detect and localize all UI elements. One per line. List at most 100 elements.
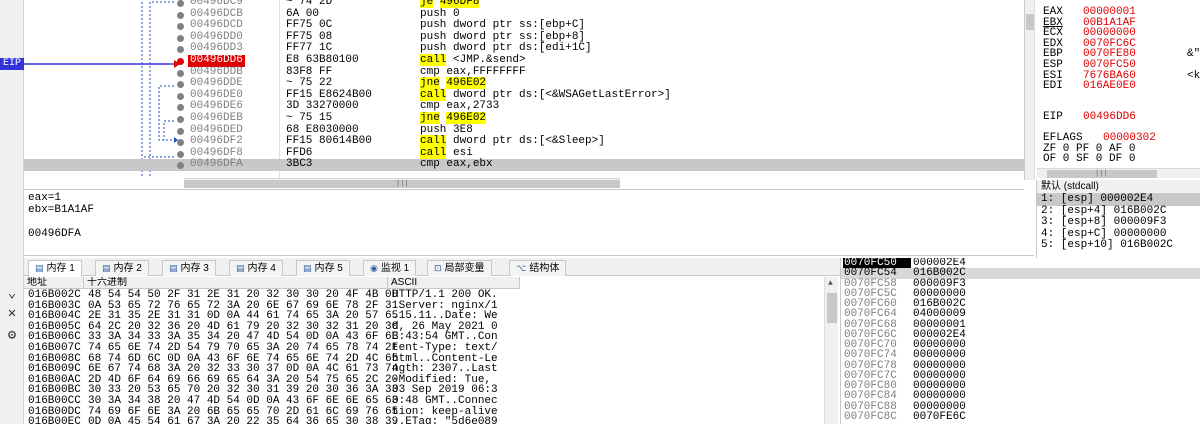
disasm-row[interactable]: 00496DFA 3BC3 cmp eax,ebx — [24, 159, 1024, 171]
disassembly-pane[interactable]: 00496DC9 ~ 74 2D je 496DF8 00496DCB 6A 00 pus… — [24, 0, 1024, 190]
breakpoint-dot[interactable] — [177, 81, 184, 89]
dump-address: 016B00EC — [28, 416, 81, 424]
calling-convention-label[interactable]: 默认 (stdcall) — [1037, 180, 1200, 194]
flags-row-2[interactable]: OF 0 SF 0 DF 0 — [1043, 154, 1135, 165]
call-arg-row[interactable]: 1: [esp] 000002E4 — [1037, 193, 1200, 206]
mnemonic: call — [420, 54, 447, 66]
operands: eax,ebx — [446, 158, 493, 171]
dump-hex[interactable]: 0D 0A 45 54 61 67 3A 20 22 35 64 36 65 3… — [88, 417, 398, 424]
mnemonic: push — [420, 42, 447, 55]
operands: dword ptr ss:[ebp+8] — [453, 30, 586, 43]
register-row[interactable]: EDI 016AE0E0 — [1043, 81, 1136, 92]
operands: esi — [453, 146, 473, 159]
disasm-row[interactable]: 00496DEB ~ 75 15 jne 496E02 — [24, 112, 1024, 125]
dump-address: 016B002C — [28, 289, 81, 301]
breakpoint-dot[interactable] — [177, 104, 184, 112]
mnemonic: cmp — [420, 65, 440, 78]
info-pane: eax=1 ebx=B1A1AF 00496DFA — [24, 190, 1034, 256]
stack-row[interactable]: 0070FC84 00000000 — [841, 391, 1200, 402]
breakpoint-dot[interactable] — [177, 139, 184, 147]
tab-dump[interactable]: ▤ 内存 1 — [28, 260, 82, 277]
disasm-row[interactable]: 00496DDB 83F8 FF cmp eax,FFFFFFFF — [24, 65, 1024, 79]
call-arg-row[interactable]: 3: [esp+8] 000009F3 — [1037, 216, 1200, 229]
dump-header-hex[interactable]: 十六进制 — [84, 277, 388, 289]
close-icon[interactable]: ✕ — [4, 306, 20, 322]
registers-pane[interactable]: EAX 00000001 EBX 00B1A1AF ECX 00000000 EDX 0070… — [1024, 0, 1200, 180]
register-row-eflags[interactable]: EFLAGS 00000302 — [1043, 133, 1156, 144]
register-row-eip[interactable]: EIP 00496DD6 — [1043, 112, 1136, 123]
dump-hex[interactable]: 30 3A 34 38 20 47 4D 54 0D 0A 43 6F 6E 6… — [88, 396, 398, 407]
stack-row[interactable]: 0070FC74 00000000 — [841, 350, 1200, 361]
disasm-hscrollbar[interactable]: ||| — [184, 178, 620, 188]
breakpoint-dot[interactable] — [177, 92, 184, 100]
breakpoint-dot[interactable] — [177, 150, 184, 158]
operands: dword ptr ds:[edi+1C] — [453, 42, 592, 55]
dump-header-ascii[interactable]: ASCII — [388, 277, 520, 289]
mnemonic: push — [420, 19, 447, 32]
breakpoint-dot[interactable] — [177, 46, 184, 54]
dump-address: 016B007C — [28, 342, 81, 354]
register-comment: <kerne — [1187, 69, 1200, 82]
breakpoint-dot[interactable] — [177, 0, 184, 7]
registers-hscrollbar[interactable]: ||| — [1037, 168, 1200, 178]
tab-label: 监视 1 — [380, 263, 410, 274]
dump-tabbar: ▤ 内存 1 ▤ 内存 2 ▤ 内存 3 ▤ 内存 4 ▤ 内存 5 ◉ 监视 1 ⊡ 局部变量 ⌥ 结构体 — [24, 258, 840, 277]
tab-dump[interactable]: ◉ 监视 1 — [363, 260, 417, 276]
stack-row[interactable]: 0070FC64 04000009 — [841, 309, 1200, 320]
tab-dump[interactable]: ▤ 内存 5 — [296, 260, 350, 276]
register-name: ESP — [1043, 59, 1063, 71]
gear-icon[interactable]: ⚙ — [4, 328, 20, 344]
info-line-4: 00496DFA — [28, 228, 81, 240]
stack-address: 0070FC54 — [844, 267, 897, 280]
breakpoint-dot[interactable] — [177, 116, 184, 123]
tab-dump[interactable]: ▤ 内存 2 — [95, 260, 149, 276]
stack-value: 0070FE6C — [913, 410, 966, 423]
tab-dump[interactable]: ▤ 内存 4 — [229, 260, 283, 276]
dump-vscrollbar[interactable]: ▲ — [824, 277, 838, 424]
dump-ascii[interactable]: ..ETag: "5d6e089 — [392, 417, 498, 424]
tab-label: 内存 1 — [46, 263, 75, 274]
dump-hex[interactable]: 48 54 54 50 2F 31 2E 31 20 32 30 30 20 4… — [88, 290, 398, 301]
disasm-row[interactable]: 00496DE6 3D 33270000 cmp eax,2733 — [24, 101, 1024, 113]
registers-vscrollbar[interactable] — [1025, 0, 1035, 180]
operands: 496E02 — [446, 112, 487, 124]
info-line-2: ebx=B1A1AF — [28, 204, 95, 216]
dump-header-address[interactable]: 地址 — [24, 277, 84, 289]
tab-dump[interactable]: ⌥ 结构体 — [509, 260, 567, 276]
mnemonic: push — [420, 7, 447, 20]
breakpoint-dot[interactable] — [177, 58, 184, 65]
tab-label: 结构体 — [529, 263, 560, 274]
instruction-text: cmp eax,ebx — [420, 159, 493, 171]
register-name: EDI — [1043, 80, 1063, 93]
tab-dump[interactable]: ▤ 内存 3 — [162, 260, 216, 276]
breakpoint-dot[interactable] — [177, 34, 184, 42]
dump-ascii[interactable]: HTTP/1.1 200 OK. — [392, 290, 498, 301]
breakpoint-dot[interactable] — [177, 23, 184, 31]
operands: 496E02 — [446, 77, 487, 90]
stack-row[interactable]: 0070FC54 016B002C — [841, 267, 1200, 280]
breakpoint-dot[interactable] — [177, 69, 184, 77]
tab-label: 内存 4 — [247, 263, 276, 274]
disasm-row[interactable]: 00496DC9 ~ 74 2D je 496DF8 — [24, 0, 1024, 9]
call-args-pane[interactable]: 默认 (stdcall) 1: [esp] 000002E4 2: [esp+4]… — [1036, 180, 1200, 260]
struct-icon: ⌥ — [516, 263, 527, 273]
disasm-row[interactable]: 00496DE0 FF15 E8624B00 call dword ptr ds:[… — [24, 88, 1024, 102]
dump-hex[interactable]: 74 65 6E 74 2D 54 79 70 65 3A 20 74 65 7… — [88, 343, 398, 354]
breakpoint-dot[interactable] — [177, 162, 184, 170]
tab-dump[interactable]: ⊡ 局部变量 — [427, 260, 492, 276]
info-line-1: eax=1 — [28, 192, 62, 204]
stack-row[interactable]: 0070FC8C 0070FE6C — [841, 410, 1200, 423]
disasm-row[interactable]: 00496DF2 FF15 80614B00 call dword ptr ds:[… — [24, 135, 1024, 148]
breakpoint-dot[interactable] — [177, 11, 184, 19]
dump-ascii[interactable]: 0:48 GMT..Connec — [392, 396, 498, 407]
instruction-address: 00496DD6 — [188, 54, 245, 67]
dump-ascii[interactable]: tent-Type: text/ — [392, 343, 498, 354]
register-value: 016AE0E0 — [1083, 80, 1136, 93]
mnemonic: jne — [420, 112, 440, 124]
chevron-down-icon[interactable]: ⌄ — [4, 286, 20, 302]
memory-dump-pane[interactable]: 地址 十六进制 ASCII 016B002C 48 54 54 50 2F 31 … — [24, 277, 840, 424]
stack-pane[interactable]: 0070FC50 000002E4 0070FC54 016B002C 0070FC58… — [840, 258, 1200, 424]
disasm-row[interactable]: 00496DF8 FFD6 call esi — [24, 146, 1024, 160]
breakpoint-dot[interactable] — [177, 127, 184, 135]
call-arg-row[interactable]: 5: [esp+10] 016B002C — [1037, 239, 1200, 252]
